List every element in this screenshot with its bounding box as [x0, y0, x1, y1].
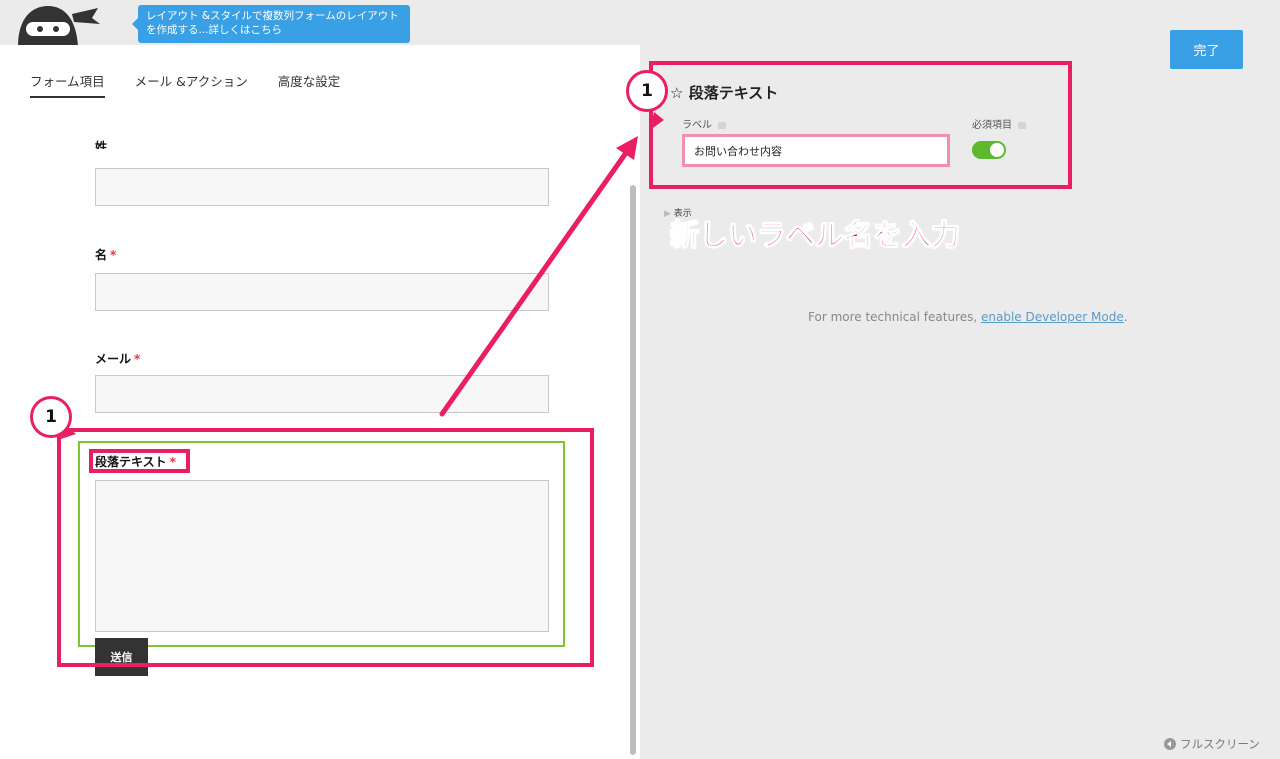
annotation-box-label	[89, 449, 190, 473]
builder-tabs: フォーム項目 メール &アクション 高度な設定	[30, 71, 340, 98]
tab-email-actions[interactable]: メール &アクション	[135, 71, 248, 98]
step-badge-right: 1	[626, 70, 668, 112]
email-input[interactable]	[95, 375, 549, 413]
annotation-caption: 新しいラベル名を入力	[669, 218, 961, 253]
top-bar: レイアウト &スタイルで複数列フォームのレイアウトを作成する...詳しくはこちら	[0, 0, 640, 46]
canvas-scrollbar[interactable]	[630, 185, 636, 755]
required-asterisk: *	[134, 352, 141, 366]
step-badge-left: 1	[30, 396, 72, 438]
done-button[interactable]: 完了	[1170, 30, 1243, 69]
email-label: メール *	[95, 352, 141, 366]
tab-advanced[interactable]: 高度な設定	[278, 71, 341, 98]
annotation-box-settings	[649, 61, 1072, 189]
first-name-label: 名 *	[95, 248, 117, 262]
fullscreen-icon	[1164, 738, 1176, 750]
layout-tooltip[interactable]: レイアウト &スタイルで複数列フォームのレイアウトを作成する...詳しくはこちら	[132, 5, 410, 43]
fullscreen-button[interactable]: フルスクリーン	[1164, 736, 1260, 752]
first-name-input[interactable]	[95, 273, 549, 311]
ninja-logo-icon	[18, 6, 100, 46]
last-name-input[interactable]	[95, 168, 549, 206]
enable-developer-mode-link[interactable]: enable Developer Mode	[981, 310, 1124, 324]
tab-form-fields[interactable]: フォーム項目	[30, 71, 105, 98]
required-asterisk: *	[110, 248, 117, 262]
last-name-label: 姓	[95, 140, 108, 149]
developer-mode-note: For more technical features, enable Deve…	[808, 310, 1128, 324]
